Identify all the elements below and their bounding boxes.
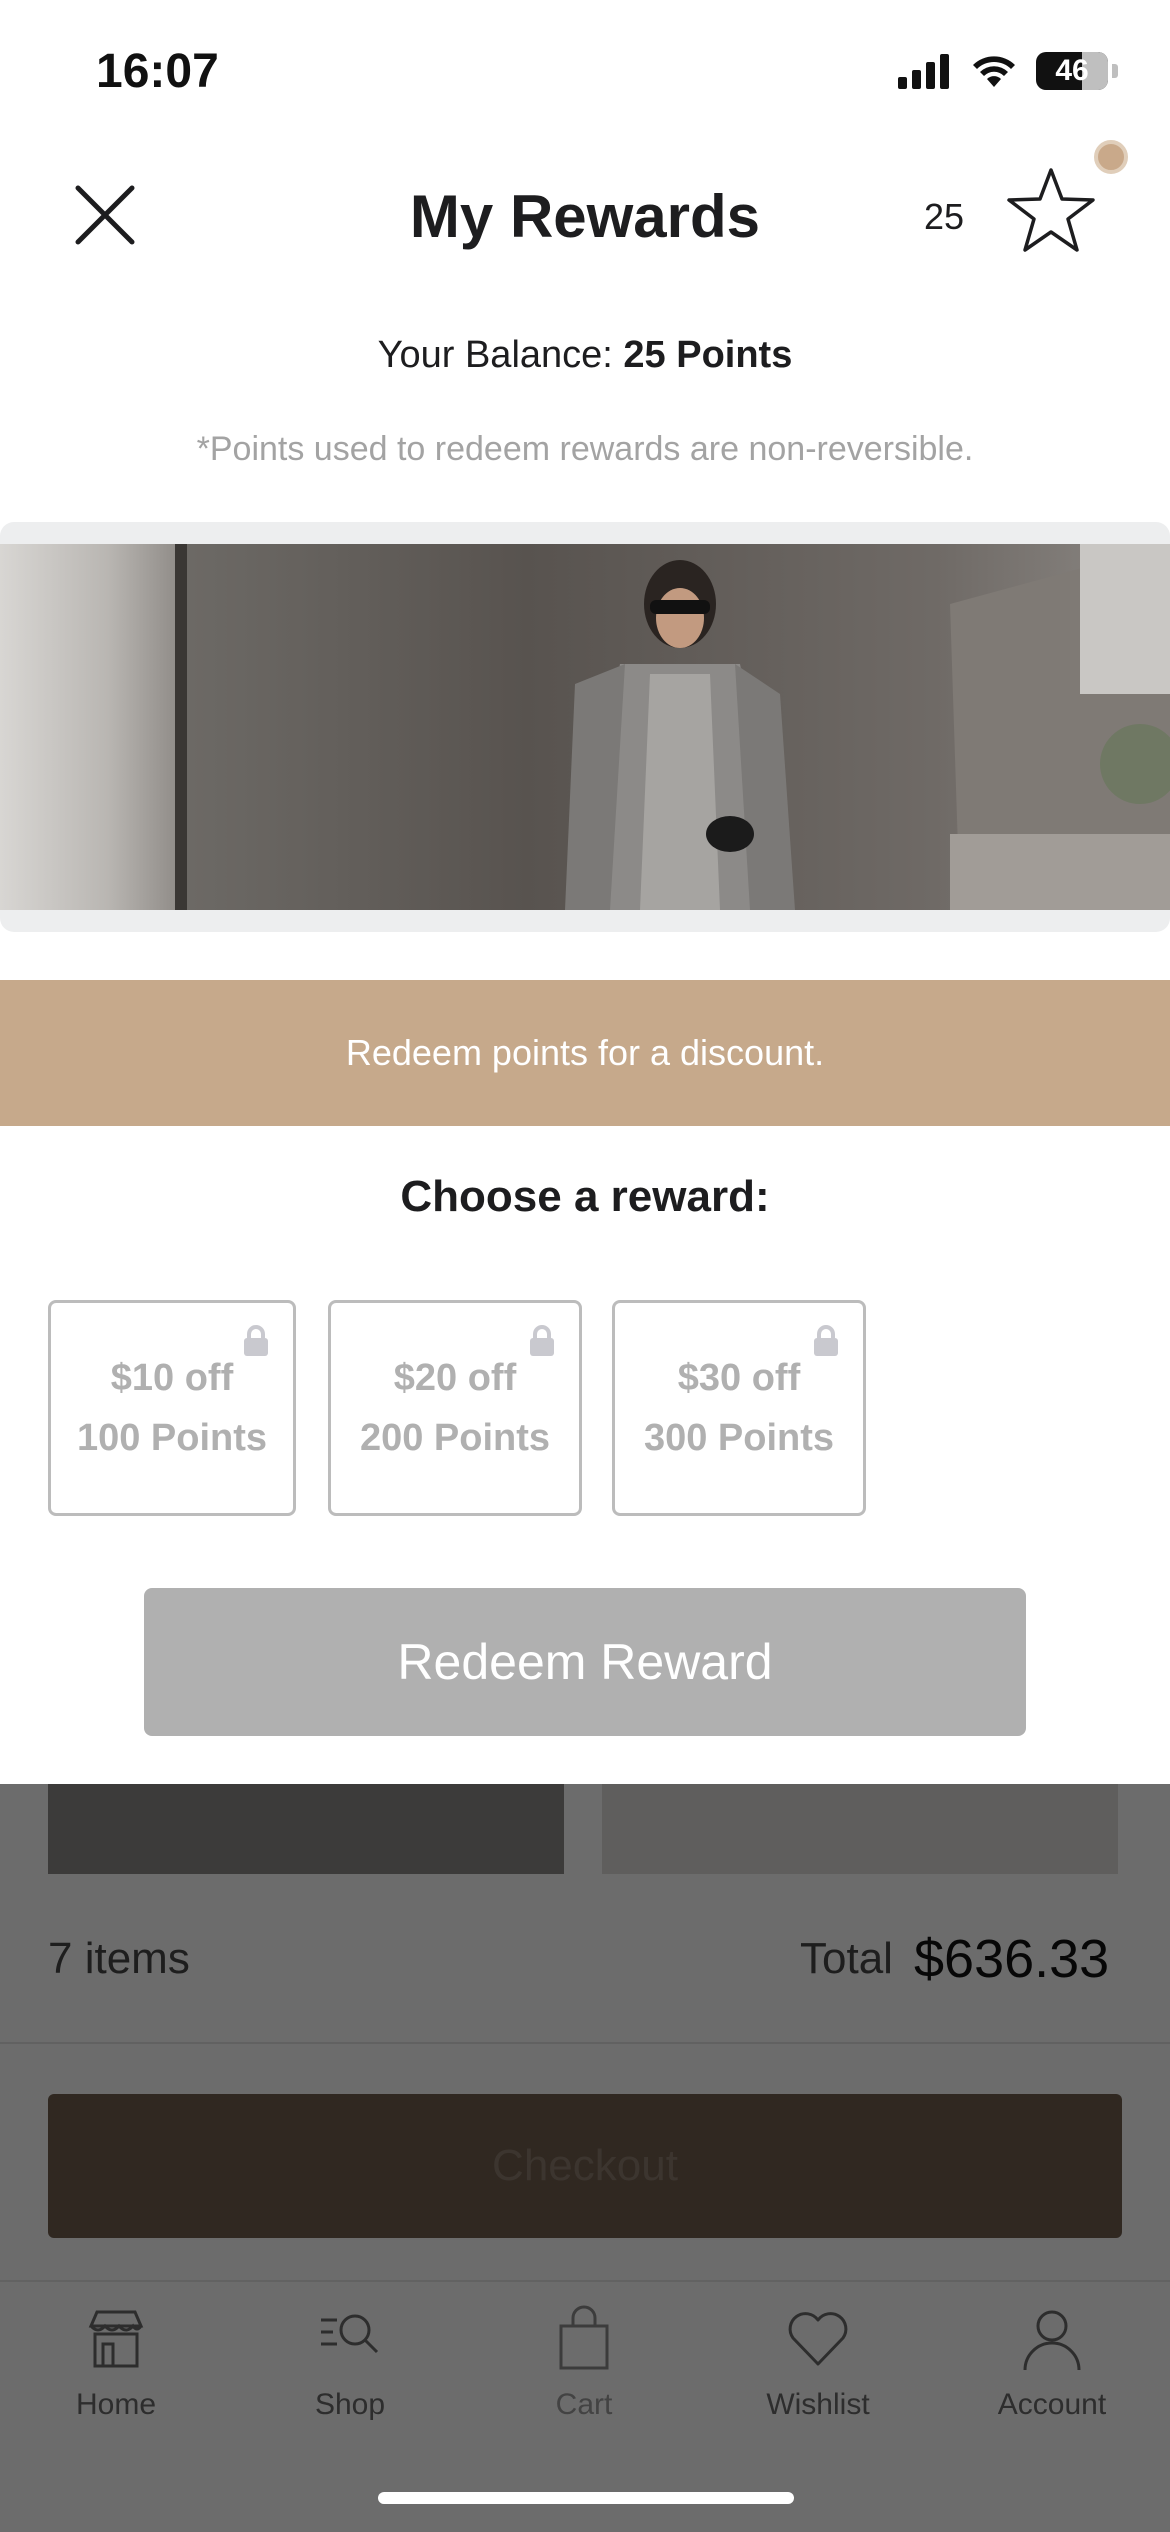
balance-label: Your Balance: — [377, 334, 613, 376]
reward-amount: $30 off — [677, 1357, 801, 1399]
lock-icon — [814, 1325, 838, 1356]
reward-points: 200 Points — [359, 1417, 551, 1459]
battery-level: 46 — [1055, 54, 1089, 87]
tab-account[interactable]: Account — [952, 2304, 1152, 2444]
search-list-icon — [321, 2314, 379, 2354]
product-image[interactable] — [48, 1784, 564, 1874]
reward-points: 300 Points — [643, 1417, 835, 1459]
checkout-label: Checkout — [492, 2141, 678, 2190]
reward-option-10[interactable]: $10 off 100 Points — [48, 1300, 296, 1516]
cart-total-label: Total — [800, 1934, 893, 1983]
reward-option-20[interactable]: $20 off 200 Points — [328, 1300, 582, 1516]
cart-total-value: $636.33 — [914, 1929, 1110, 1989]
cart-page-background: 7 items Total $636.33 Checkout Home Shop… — [0, 1784, 1170, 2532]
tab-label: Cart — [555, 2388, 613, 2421]
redeem-reward-button[interactable]: Redeem Reward — [144, 1588, 1026, 1736]
rewards-star-button[interactable] — [1006, 166, 1096, 256]
redeem-info-text: Redeem points for a discount. — [345, 1032, 825, 1073]
status-time: 16:07 — [96, 45, 219, 98]
reward-amount: $20 off — [393, 1357, 517, 1399]
balance-value: 25 Points — [623, 334, 793, 376]
tab-label: Home — [75, 2388, 157, 2421]
signal-icon — [898, 54, 949, 89]
tab-label: Account — [997, 2388, 1107, 2421]
home-indicator — [378, 2492, 794, 2504]
rewards-screen: 16:07 46 My Rewards 25 Your Balance: 25 … — [0, 0, 1170, 2532]
cart-items-count: 7 items — [48, 1934, 190, 1983]
battery-cap — [1112, 64, 1118, 78]
modal-header: My Rewards 25 — [0, 150, 1170, 280]
lock-icon — [244, 1325, 268, 1356]
lock-icon — [530, 1325, 554, 1356]
wifi-icon — [973, 56, 1015, 87]
heart-icon — [788, 2312, 848, 2366]
notification-dot — [1094, 140, 1128, 174]
tab-home[interactable]: Home — [16, 2304, 216, 2444]
tab-shop[interactable]: Shop — [250, 2304, 450, 2444]
banner-frame — [0, 522, 1170, 932]
tab-wishlist[interactable]: Wishlist — [718, 2304, 918, 2444]
tab-label: Shop — [314, 2388, 386, 2421]
status-icons: 46 — [898, 52, 1118, 90]
store-icon — [88, 2310, 144, 2368]
disclaimer: *Points used to redeem rewards are non-r… — [196, 430, 974, 468]
star-icon — [1007, 168, 1095, 252]
banner-image — [0, 544, 1170, 910]
checkout-button[interactable]: Checkout — [48, 2094, 1122, 2238]
reward-points: 100 Points — [76, 1417, 268, 1459]
product-image[interactable] — [602, 1784, 1118, 1874]
divider — [0, 2042, 1170, 2044]
bag-icon — [559, 2305, 609, 2370]
page-title: My Rewards — [409, 183, 761, 250]
tab-cart[interactable]: Cart — [484, 2304, 684, 2444]
balance-text: Your Balance: 25 Points — [0, 334, 1170, 377]
redeem-info-strip: Redeem points for a discount. — [0, 980, 1170, 1126]
battery-icon: 46 — [1036, 52, 1108, 90]
status-bar: 16:07 46 — [0, 0, 1170, 140]
reward-amount: $10 off — [110, 1357, 234, 1399]
tab-label: Wishlist — [766, 2388, 870, 2421]
reward-option-30[interactable]: $30 off 300 Points — [612, 1300, 866, 1516]
person-icon — [1023, 2310, 1081, 2371]
points-count: 25 — [924, 196, 965, 237]
choose-reward-title: Choose a reward: — [400, 1172, 770, 1221]
